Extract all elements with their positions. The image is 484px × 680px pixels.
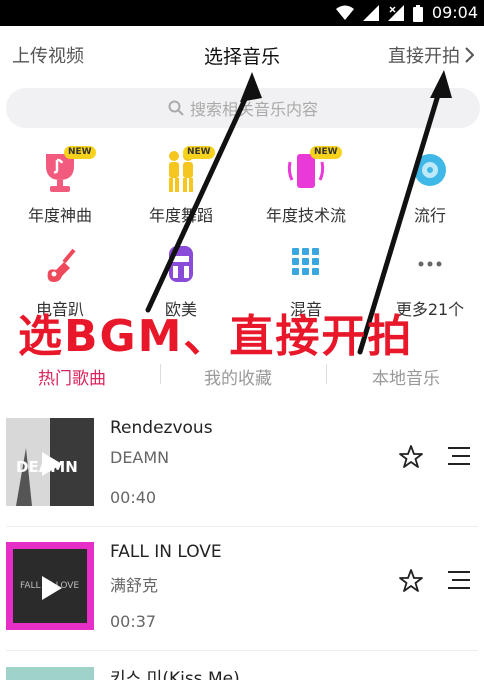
category-label: 流行 xyxy=(413,206,446,225)
category-label: 年度技术流 xyxy=(265,206,346,225)
guitar-icon xyxy=(47,248,76,282)
signal-icon xyxy=(362,5,379,21)
category-label: 年度神曲 xyxy=(27,206,92,225)
tab-favorites[interactable]: 我的收藏 xyxy=(204,364,272,389)
song-row[interactable]: FALL IN LOVE FALL IN LOVE 满舒克 00:37 xyxy=(0,536,484,660)
grid-icon xyxy=(292,248,319,275)
favorite-star-icon[interactable] xyxy=(398,444,424,470)
song-duration: 00:40 xyxy=(110,488,157,507)
song-artist: 满舒克 xyxy=(110,576,159,595)
annotation-caption: 选BGM、直接开拍 xyxy=(18,311,414,362)
more-icon xyxy=(418,261,442,267)
search-placeholder: 搜索相关音乐内容 xyxy=(189,100,318,119)
headphones-icon xyxy=(169,246,193,282)
new-badge: NEW xyxy=(64,146,96,159)
new-badge: NEW xyxy=(183,146,215,159)
upload-video-button[interactable]: 上传视频 xyxy=(12,42,84,68)
category-annual-tech[interactable]: NEW 年度技术流 xyxy=(246,146,366,238)
song-cover[interactable] xyxy=(6,666,94,680)
song-row[interactable]: 키스 미(Kiss Me) xyxy=(0,660,484,680)
shoot-directly-button[interactable]: 直接开拍 xyxy=(388,42,474,68)
song-title: Rendezvous xyxy=(110,418,213,438)
search-icon xyxy=(168,100,184,116)
chevron-right-icon xyxy=(465,47,474,63)
tab-local-music[interactable]: 本地音乐 xyxy=(372,364,440,389)
status-time: 09:04 xyxy=(431,3,478,22)
tab-hot-songs[interactable]: 热门歌曲 xyxy=(38,364,106,389)
song-row[interactable]: DEAMN Rendezvous DEAMN 00:40 xyxy=(0,412,484,536)
search-input[interactable]: 搜索相关音乐内容 xyxy=(6,88,480,128)
row-divider xyxy=(6,650,478,651)
new-badge: NEW xyxy=(310,146,342,159)
song-menu-icon[interactable] xyxy=(446,570,472,590)
song-cover[interactable]: FALL IN LOVE xyxy=(6,542,94,630)
category-annual-dance[interactable]: NEW 年度舞蹈 xyxy=(121,146,241,238)
song-title: 키스 미(Kiss Me) xyxy=(110,669,240,680)
top-bar: 上传视频 选择音乐 直接开拍 xyxy=(0,26,484,84)
status-bar: 09:04 xyxy=(0,0,484,26)
shoot-directly-label: 直接开拍 xyxy=(388,46,460,67)
vinyl-icon xyxy=(414,154,446,186)
tab-divider xyxy=(326,364,327,384)
song-title: FALL IN LOVE xyxy=(110,542,222,562)
song-duration: 00:37 xyxy=(110,612,157,631)
battery-icon xyxy=(412,4,423,22)
row-divider xyxy=(6,526,478,527)
category-annual-hits[interactable]: NEW 年度神曲 xyxy=(0,146,120,238)
signal-off-icon xyxy=(387,5,404,21)
song-cover[interactable]: DEAMN xyxy=(6,418,94,506)
song-menu-icon[interactable] xyxy=(446,446,472,466)
song-artist: DEAMN xyxy=(110,448,170,467)
tab-divider xyxy=(160,364,161,384)
favorite-star-icon[interactable] xyxy=(398,568,424,594)
wifi-icon xyxy=(335,5,354,20)
category-label: 年度舞蹈 xyxy=(148,206,213,225)
category-pop[interactable]: 流行 xyxy=(370,148,484,238)
